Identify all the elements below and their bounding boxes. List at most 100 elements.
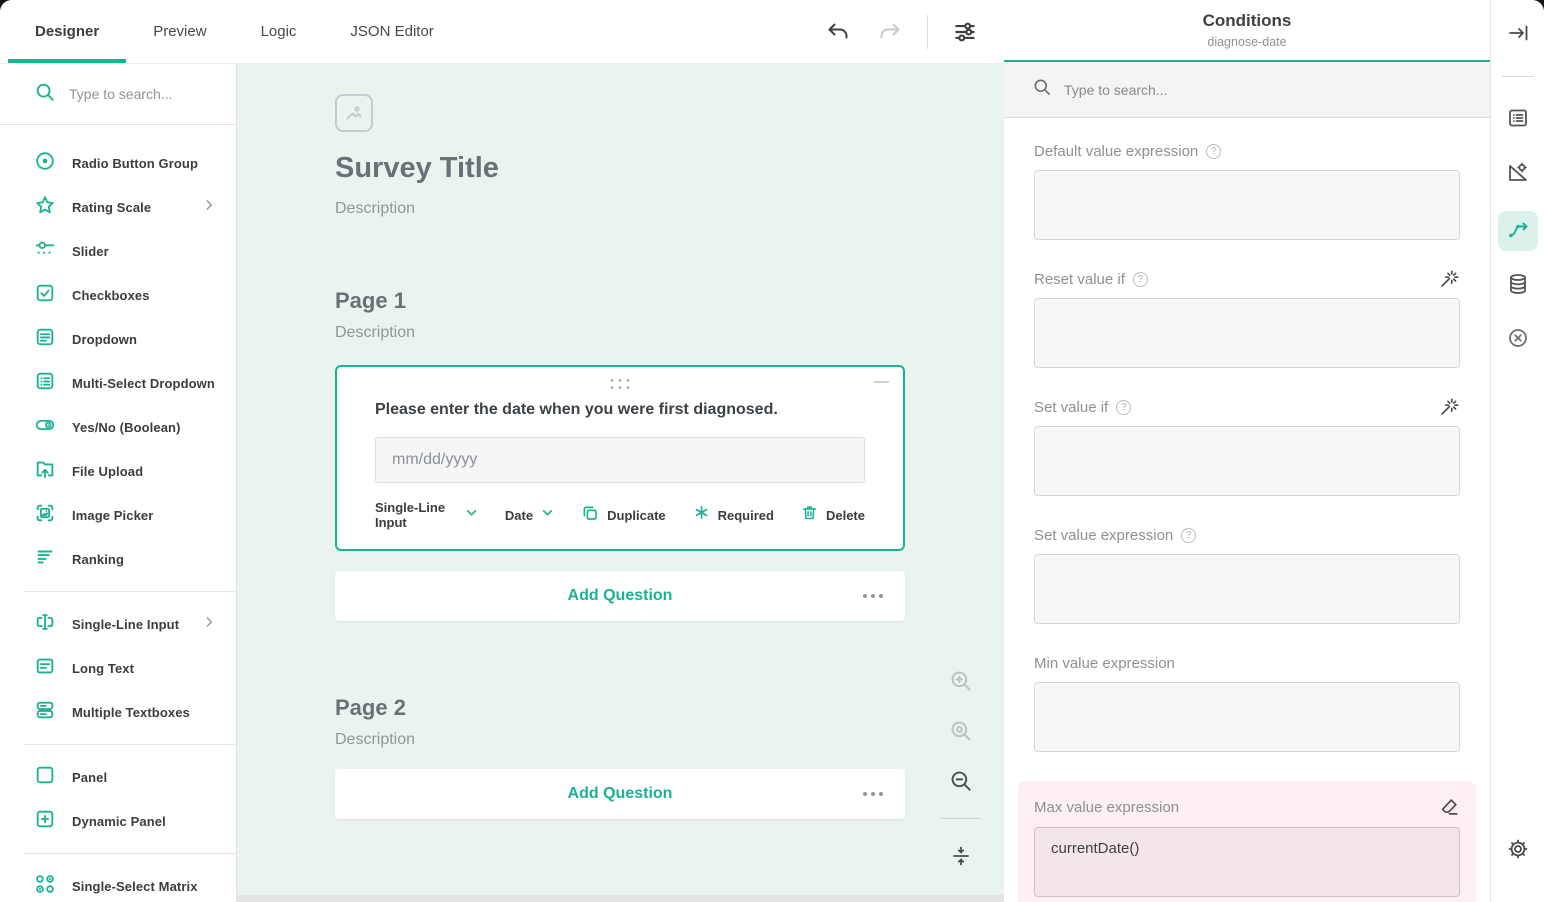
- toolbox-item-label: Image Picker: [72, 508, 153, 523]
- properties-body: Default value expression ? Reset value i…: [1004, 118, 1490, 902]
- clear-value-eraser-icon[interactable]: [1438, 796, 1460, 818]
- undo-icon[interactable]: [823, 17, 853, 47]
- radio-button-group-icon: [34, 150, 56, 177]
- validation-category-icon[interactable]: [1503, 323, 1533, 353]
- zoom-out-icon[interactable]: [946, 766, 976, 796]
- set-value-if-input[interactable]: [1034, 426, 1460, 496]
- question-type-selector[interactable]: Single-Line Input: [375, 500, 478, 530]
- question-type-label: Single-Line Input: [375, 500, 457, 530]
- add-question-label: Add Question: [568, 785, 673, 803]
- question-type-menu-icon[interactable]: [863, 594, 883, 598]
- strip-divider: [1502, 76, 1534, 77]
- layout-category-icon[interactable]: [1503, 157, 1533, 187]
- toolbox-item-long-text[interactable]: Long Text: [0, 646, 236, 690]
- image-picker-icon: [34, 502, 56, 529]
- tab-json-editor[interactable]: JSON Editor: [323, 0, 460, 63]
- toolbox-item-checkboxes[interactable]: Checkboxes: [0, 273, 236, 317]
- toolbox-item-image-picker[interactable]: Image Picker: [0, 493, 236, 537]
- duplicate-label: Duplicate: [607, 508, 666, 523]
- properties-search-input[interactable]: [1064, 82, 1462, 98]
- toolbox-item-label: Multi-Select Dropdown: [72, 376, 215, 391]
- field-min-value-expression: Min value expression: [1034, 653, 1460, 752]
- zoom-reset-icon[interactable]: [946, 716, 976, 746]
- topbar: Designer Preview Logic JSON Editor: [0, 0, 1004, 64]
- survey-creator-app: Designer Preview Logic JSON Editor: [0, 0, 1544, 902]
- field-reset-value-if: Reset value if ?: [1034, 269, 1460, 368]
- toolbox-item-slider[interactable]: Slider: [0, 229, 236, 273]
- survey-description[interactable]: Description: [335, 200, 905, 218]
- design-canvas: Survey Title Description Page 1 Descript…: [237, 64, 1004, 902]
- expression-builder-icon[interactable]: [1438, 268, 1460, 290]
- multiple-textboxes-icon: [34, 699, 56, 726]
- date-input[interactable]: [375, 437, 865, 483]
- toolbox-item-panel[interactable]: Panel: [0, 755, 236, 799]
- collapse-panel-icon[interactable]: [1503, 18, 1533, 48]
- survey-logo-placeholder-icon[interactable]: [335, 94, 373, 132]
- toolbox-item-file-upload[interactable]: File Upload: [0, 449, 236, 493]
- settings-gear-icon[interactable]: [1503, 834, 1533, 864]
- general-category-icon[interactable]: [1503, 103, 1533, 133]
- page1-description[interactable]: Description: [335, 324, 905, 342]
- page1-title[interactable]: Page 1: [335, 288, 905, 314]
- toolbox-item-label: Panel: [72, 770, 107, 785]
- set-value-expression-input[interactable]: [1034, 554, 1460, 624]
- add-question-button[interactable]: Add Question: [335, 571, 905, 621]
- toolbox-item-single-line-input[interactable]: Single-Line Input: [0, 602, 236, 646]
- survey-title[interactable]: Survey Title: [335, 152, 905, 185]
- tab-designer[interactable]: Designer: [8, 0, 126, 63]
- toolbox-search-input[interactable]: [69, 86, 219, 102]
- help-icon[interactable]: ?: [1206, 144, 1221, 159]
- question-type-menu-icon[interactable]: [863, 792, 883, 796]
- properties-header: Conditions diagnose-date: [1004, 0, 1490, 62]
- page2-description[interactable]: Description: [335, 731, 905, 749]
- data-category-icon[interactable]: [1503, 269, 1533, 299]
- selected-question-name: diagnose-date: [1004, 35, 1490, 49]
- single-select-matrix-icon: [34, 873, 56, 900]
- toolbox-item-single-select-matrix[interactable]: Single-Select Matrix: [0, 864, 236, 902]
- collapse-all-icon[interactable]: [946, 841, 976, 871]
- help-icon[interactable]: ?: [1116, 400, 1131, 415]
- toolbox-item-label: Dynamic Panel: [72, 814, 166, 829]
- toolbox-item-boolean[interactable]: Yes/No (Boolean): [0, 405, 236, 449]
- horizontal-scrollbar[interactable]: [237, 895, 1004, 902]
- help-icon[interactable]: ?: [1181, 528, 1196, 543]
- chevron-right-icon: [202, 615, 216, 634]
- drag-handle-icon[interactable]: [611, 379, 630, 389]
- toolbox-item-dynamic-panel[interactable]: Dynamic Panel: [0, 799, 236, 843]
- boolean-toggle-icon: [34, 414, 56, 441]
- question-title[interactable]: Please enter the date when you were firs…: [375, 401, 865, 419]
- zoom-in-icon[interactable]: [946, 666, 976, 696]
- question-card[interactable]: — Please enter the date when you were fi…: [335, 365, 905, 551]
- delete-button[interactable]: Delete: [801, 504, 865, 526]
- toolbox-item-ranking[interactable]: Ranking: [0, 537, 236, 581]
- default-value-expression-input[interactable]: [1034, 170, 1460, 240]
- toolbox-item-multi-select-dropdown[interactable]: Multi-Select Dropdown: [0, 361, 236, 405]
- view-settings-icon[interactable]: [950, 17, 980, 47]
- redo-icon[interactable]: [875, 17, 905, 47]
- toolbox-item-rating-scale[interactable]: Rating Scale: [0, 185, 236, 229]
- page2-title[interactable]: Page 2: [335, 695, 905, 721]
- properties-search[interactable]: [1004, 62, 1490, 118]
- duplicate-button[interactable]: Duplicate: [581, 504, 666, 527]
- max-value-expression-input[interactable]: currentDate(): [1034, 827, 1460, 897]
- expression-builder-icon[interactable]: [1438, 396, 1460, 418]
- toolbox-item-dropdown[interactable]: Dropdown: [0, 317, 236, 361]
- min-value-expression-input[interactable]: [1034, 682, 1460, 752]
- required-asterisk-icon: [693, 504, 710, 526]
- required-toggle[interactable]: Required: [693, 504, 774, 526]
- reset-value-if-input[interactable]: [1034, 298, 1460, 368]
- toolbox-item-multiple-textboxes[interactable]: Multiple Textboxes: [0, 690, 236, 734]
- conditions-category-active[interactable]: [1498, 211, 1538, 251]
- toolbox-list: Radio Button Group Rating Scale Slider C…: [0, 125, 236, 902]
- collapse-question-icon[interactable]: —: [874, 373, 889, 390]
- toolbox-divider: [24, 591, 236, 592]
- toolbox-item-radio-button-group[interactable]: Radio Button Group: [0, 141, 236, 185]
- tab-logic[interactable]: Logic: [234, 0, 324, 63]
- input-type-selector[interactable]: Date: [505, 506, 554, 524]
- tab-preview[interactable]: Preview: [126, 0, 233, 63]
- help-icon[interactable]: ?: [1133, 272, 1148, 287]
- field-label: Min value expression: [1034, 655, 1175, 672]
- add-question-button[interactable]: Add Question: [335, 769, 905, 819]
- delete-label: Delete: [826, 508, 865, 523]
- toolbox-search[interactable]: [0, 64, 236, 125]
